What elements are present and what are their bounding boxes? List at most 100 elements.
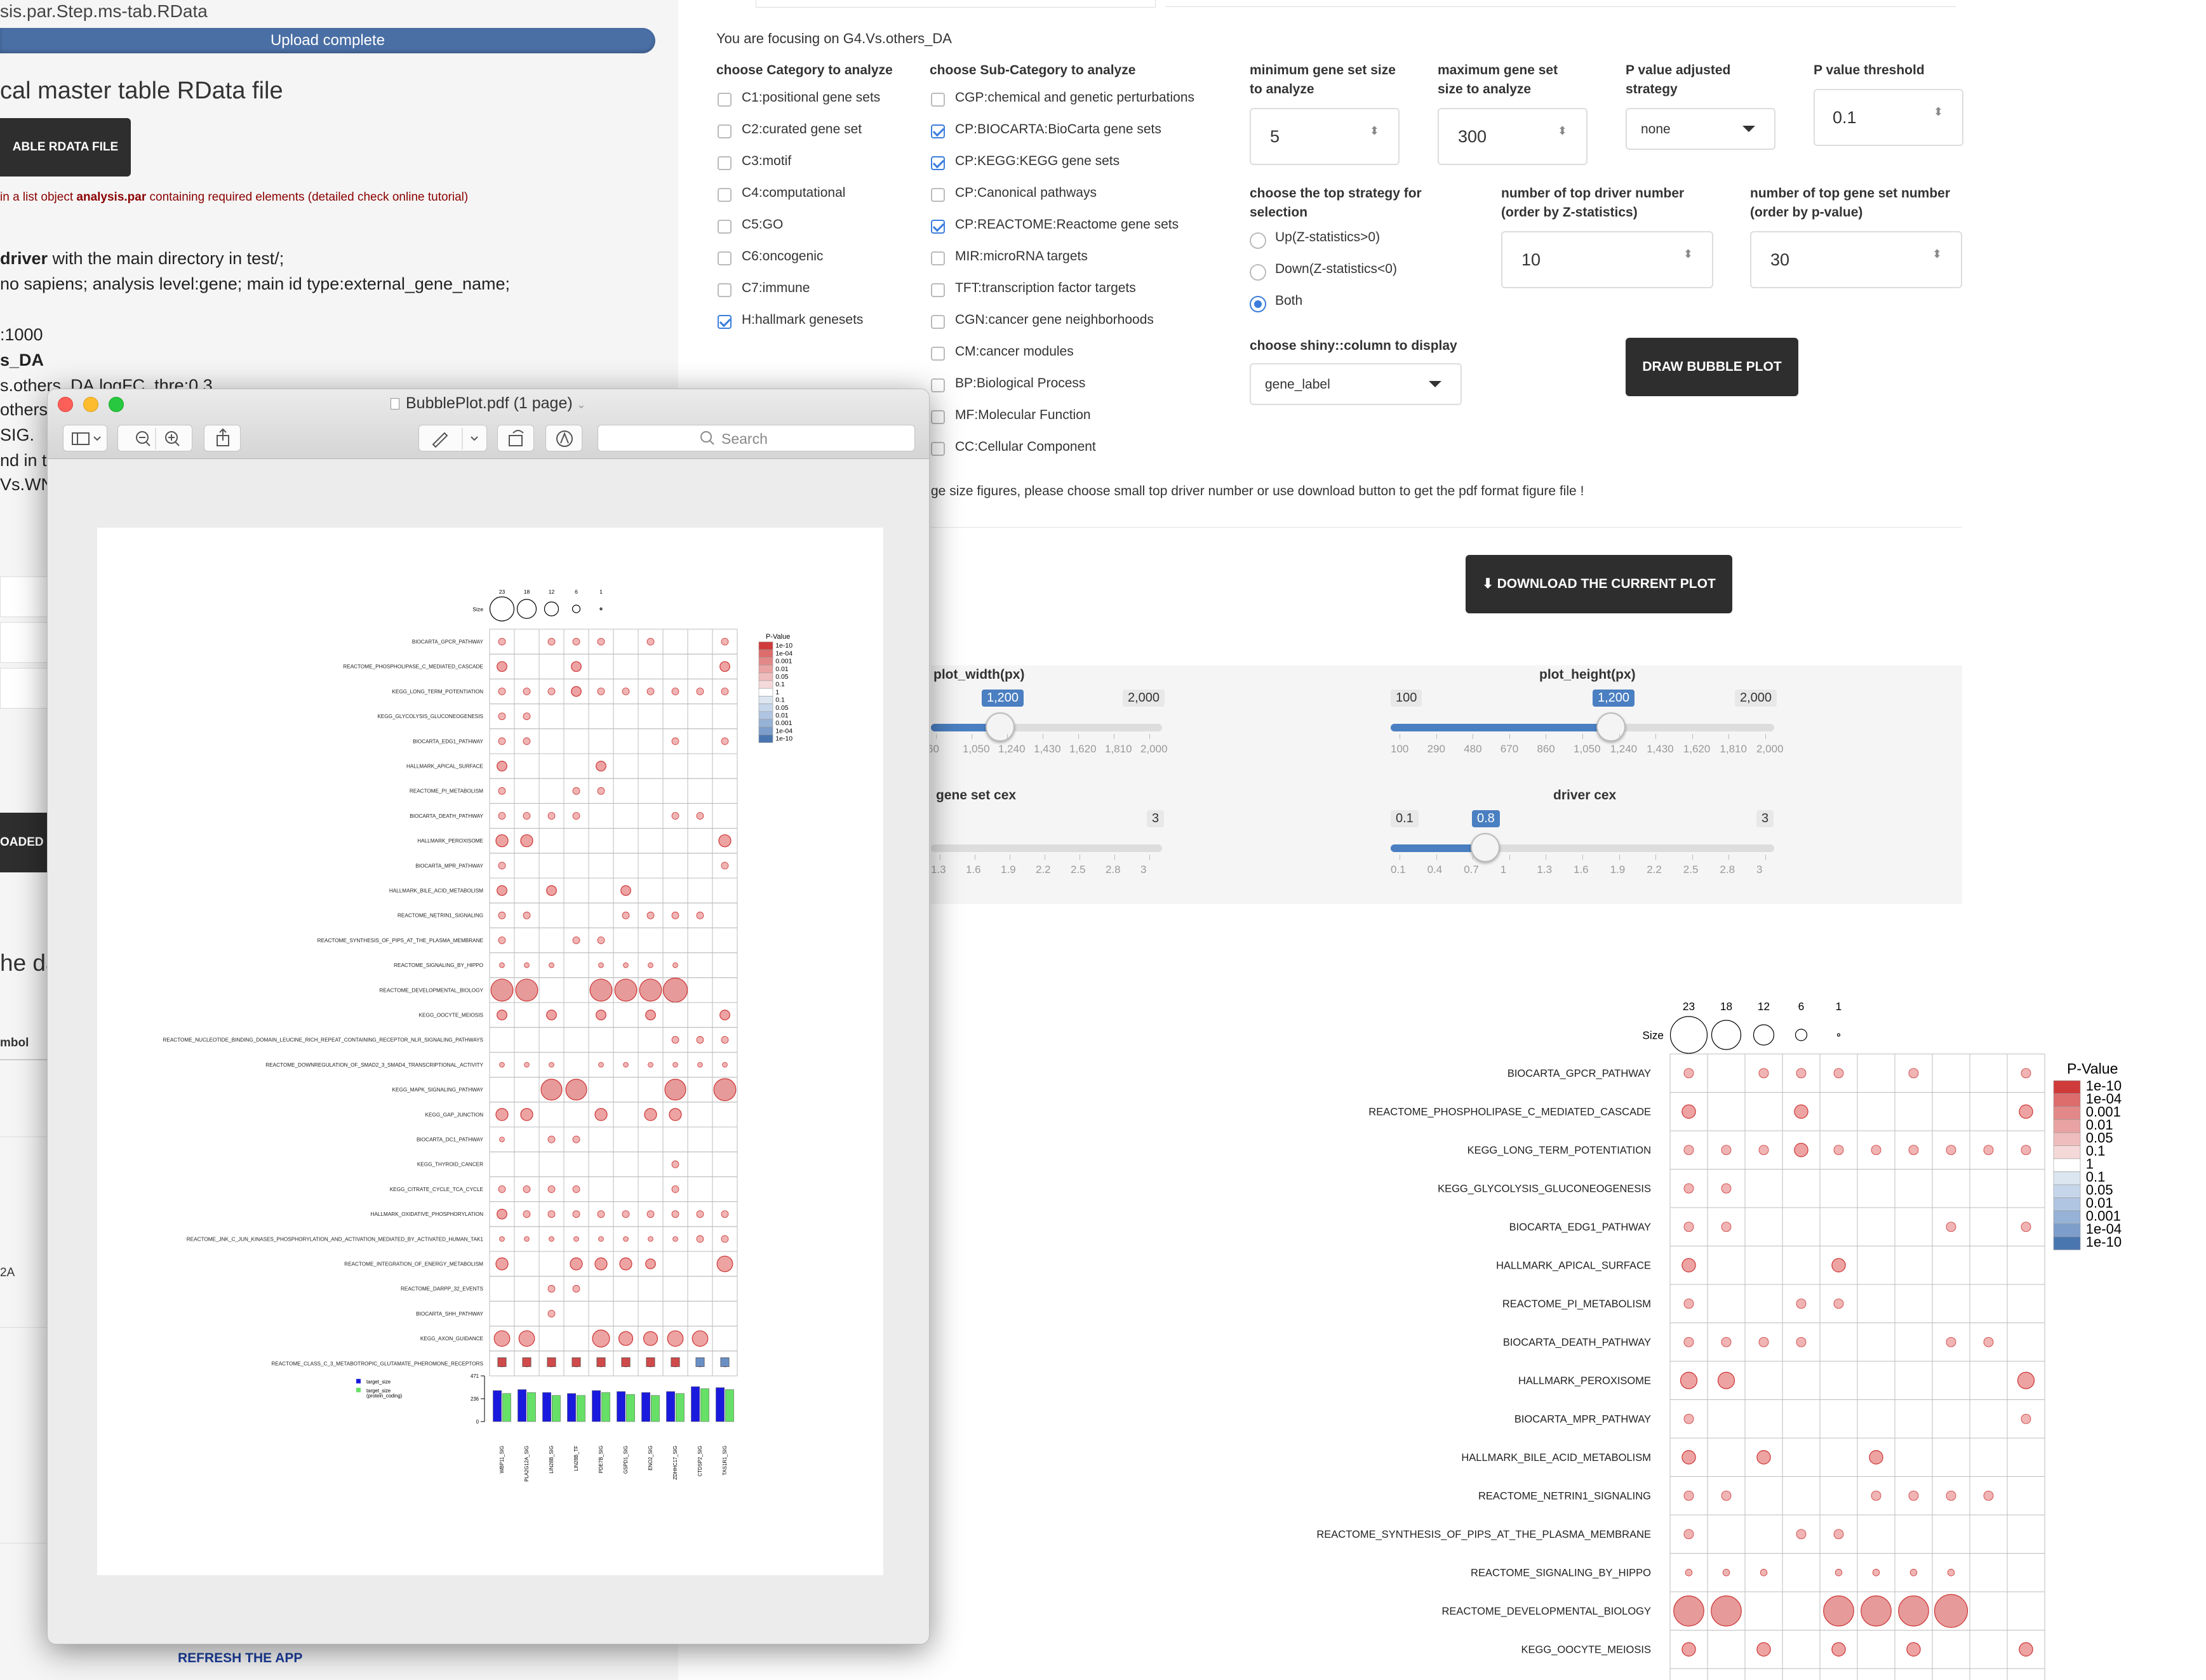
category-checkbox-label[interactable]: C6:oncogenic	[742, 249, 823, 264]
subcategory-checkbox-label[interactable]: CP:REACTOME:Reactome gene sets	[955, 217, 1179, 232]
gene-set-label: KEGG_CITRATE_CYCLE_TCA_CYCLE	[390, 1187, 484, 1192]
subcategory-checkbox-label[interactable]: MIR:microRNA targets	[955, 249, 1088, 264]
max-size-input[interactable]: 300 ⬍	[1438, 108, 1588, 165]
padj-select[interactable]: none	[1626, 108, 1775, 150]
category-checkbox[interactable]	[718, 220, 732, 234]
bubble	[2019, 1642, 2033, 1657]
top-geneset-input[interactable]: 30 ⬍	[1750, 231, 1962, 288]
category-checkbox[interactable]	[718, 315, 732, 329]
bubble	[672, 1236, 678, 1242]
annotate-button[interactable]	[545, 425, 582, 451]
plot-width-handle[interactable]	[986, 712, 1015, 742]
sidebar-toggle-button[interactable]	[63, 425, 107, 451]
bubble	[549, 1062, 554, 1068]
bubble	[1683, 1183, 1694, 1194]
subcategory-checkbox[interactable]	[931, 93, 945, 107]
category-checkbox-label[interactable]: C3:motif	[742, 154, 791, 169]
tab-strip[interactable]	[756, 0, 1156, 8]
category-checkbox-label[interactable]: C1:positional gene sets	[742, 90, 880, 105]
category-checkbox[interactable]	[718, 188, 732, 202]
subcategory-checkbox-label[interactable]: CGP:chemical and genetic perturbations	[955, 90, 1194, 105]
subcategory-checkbox-label[interactable]: BP:Biological Process	[955, 376, 1085, 391]
category-checkbox[interactable]	[718, 124, 732, 138]
subcategory-checkbox[interactable]	[931, 315, 945, 329]
bubble	[619, 1257, 632, 1270]
search-field[interactable]: Search	[598, 425, 915, 451]
strategy-radio[interactable]	[1250, 232, 1266, 249]
strategy-radio-label[interactable]: Both	[1275, 293, 1302, 309]
subcategory-checkbox[interactable]	[931, 220, 945, 234]
bubble	[498, 812, 506, 820]
plot-height-handle[interactable]	[1596, 712, 1626, 742]
strategy-radio[interactable]	[1250, 264, 1266, 281]
category-checkbox[interactable]	[718, 156, 732, 170]
gene-set-label: HALLMARK_OXIDATIVE_PHOSPHORYLATION	[371, 1211, 484, 1217]
stepper-icon[interactable]: ⬍	[1934, 105, 1943, 119]
subcategory-checkbox[interactable]	[931, 410, 945, 424]
driver-cex-handle[interactable]	[1471, 833, 1500, 862]
close-window-icon[interactable]	[58, 397, 73, 412]
subcategory-checkbox-label[interactable]: TFT:transcription factor targets	[955, 281, 1136, 296]
subcategory-checkbox-label[interactable]: CM:cancer modules	[955, 344, 1074, 359]
subcategory-checkbox[interactable]	[931, 124, 945, 138]
window-titlebar[interactable]: BubblePlot.pdf (1 page) ⌄ Search	[48, 389, 929, 459]
gene-set-label: KEGG_AXON_GUIDANCE	[420, 1336, 484, 1342]
strategy-radio[interactable]	[1250, 296, 1266, 312]
grid-cell	[712, 1126, 738, 1152]
stepper-icon[interactable]: ⬍	[1932, 248, 1942, 261]
top-driver-input[interactable]: 10 ⬍	[1501, 231, 1713, 288]
category-checkbox[interactable]	[718, 283, 732, 297]
refresh-app-link[interactable]: REFRESH THE APP	[178, 1651, 302, 1666]
minimize-window-icon[interactable]	[83, 397, 98, 412]
category-checkbox-label[interactable]: C5:GO	[742, 217, 783, 232]
browse-rdata-button[interactable]: ABLE RDATA FILE	[0, 118, 131, 177]
category-checkbox[interactable]	[718, 93, 732, 107]
subcategory-checkbox-label[interactable]: CGN:cancer gene neighborhoods	[955, 312, 1154, 328]
zoom-window-icon[interactable]	[109, 397, 124, 412]
subcategory-checkbox[interactable]	[931, 283, 945, 297]
column-select[interactable]: gene_label	[1250, 363, 1462, 405]
subcategory-checkbox-label[interactable]: CP:KEGG:KEGG gene sets	[955, 154, 1120, 169]
markup-button[interactable]	[418, 425, 487, 451]
size-legend-circle	[572, 604, 581, 613]
share-button[interactable]	[204, 425, 241, 451]
min-size-input[interactable]: 5 ⬍	[1250, 108, 1400, 165]
bubble	[646, 688, 655, 695]
subcategory-checkbox[interactable]	[931, 442, 945, 456]
draw-bubble-plot-button[interactable]: DRAW BUBBLE PLOT	[1626, 338, 1798, 396]
grid-cell	[538, 902, 565, 928]
subcategory-checkbox[interactable]	[931, 156, 945, 170]
subcategory-checkbox-label[interactable]: MF:Molecular Function	[955, 408, 1091, 423]
bubble	[645, 1258, 656, 1269]
category-checkbox-label[interactable]: C2:curated gene set	[742, 122, 862, 137]
subcategory-checkbox[interactable]	[931, 251, 945, 265]
p-threshold-input[interactable]: 0.1 ⬍	[1814, 89, 1963, 146]
subcategory-checkbox-label[interactable]: CP:BIOCARTA:BioCarta gene sets	[955, 122, 1161, 137]
subcategory-checkbox[interactable]	[931, 378, 945, 392]
rotate-button[interactable]	[497, 425, 534, 451]
category-checkbox-label[interactable]: C7:immune	[742, 281, 810, 296]
slider-tick-label: 670	[1500, 743, 1519, 755]
gene-set-cex-track[interactable]	[931, 844, 1162, 852]
pvalue-legend-swatch	[2053, 1210, 2081, 1224]
category-checkbox-label[interactable]: C4:computational	[742, 185, 845, 201]
stepper-icon[interactable]: ⬍	[1683, 248, 1693, 261]
strategy-radio-label[interactable]: Down(Z-statistics<0)	[1275, 262, 1397, 277]
subcategory-checkbox[interactable]	[931, 347, 945, 361]
subcategory-checkbox-label[interactable]: CP:Canonical pathways	[955, 185, 1097, 201]
stepper-icon[interactable]: ⬍	[1370, 124, 1379, 138]
grid-cell	[638, 927, 664, 954]
subcategory-checkbox-label[interactable]: CC:Cellular Component	[955, 439, 1096, 455]
subcategory-checkbox[interactable]	[931, 188, 945, 202]
target-size-bar	[641, 1392, 650, 1422]
category-checkbox[interactable]	[718, 251, 732, 265]
grid-cell	[687, 753, 713, 779]
grid-cell	[514, 1002, 540, 1028]
gene-set-label: KEGG_GLYCOLYSIS_GLUCONEOGENESIS	[377, 714, 483, 719]
chevron-down-icon[interactable]: ⌄	[577, 398, 586, 411]
category-checkbox-label[interactable]: H:hallmark genesets	[742, 312, 863, 328]
download-plot-button[interactable]: ⬇ DOWNLOAD THE CURRENT PLOT	[1466, 555, 1732, 613]
strategy-radio-label[interactable]: Up(Z-statistics>0)	[1275, 230, 1380, 245]
gene-set-label: KEGG_OOCYTE_MEIOSIS	[419, 1012, 484, 1018]
stepper-icon[interactable]: ⬍	[1558, 124, 1567, 138]
